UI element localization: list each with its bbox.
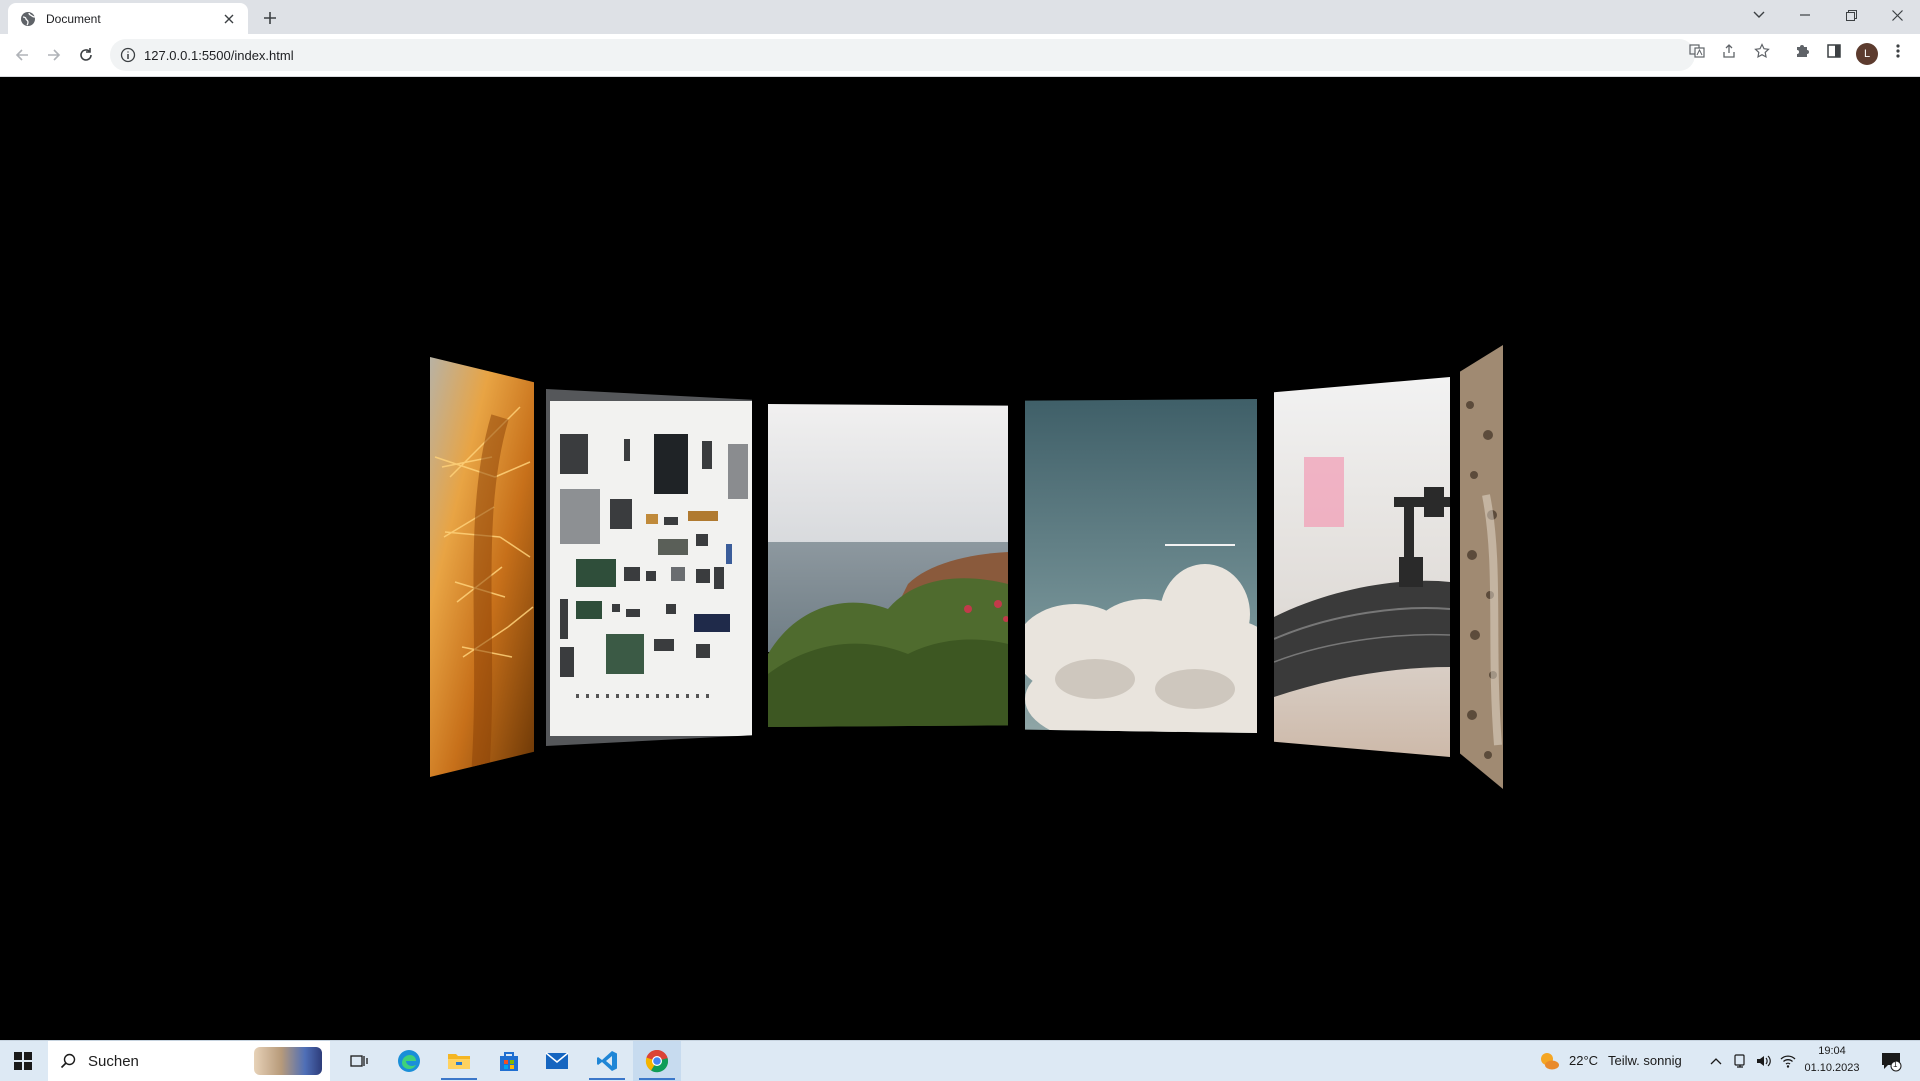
share-icon[interactable] [1720,42,1738,60]
cactus-image [430,357,534,777]
chrome-icon[interactable] [633,1041,681,1081]
windows-start-icon[interactable] [0,1041,46,1081]
restore-icon[interactable] [1828,0,1874,30]
search-placeholder: Suchen [88,1052,139,1070]
side-panel-icon[interactable] [1825,42,1843,60]
tab-document[interactable]: Document [8,3,248,34]
gallery-panel-coast[interactable] [768,404,1008,727]
back-arrow-icon[interactable] [8,41,36,69]
search-icon [60,1053,76,1069]
tab-title: Document [46,11,101,26]
weather-temperature: 22°C [1569,1053,1599,1068]
profile-avatar[interactable]: L [1856,43,1878,65]
weather-description: Teilw. sonnig [1608,1053,1682,1068]
site-info-icon[interactable] [120,47,136,63]
address-bar[interactable]: 127.0.0.1:5500/index.html [110,39,1695,71]
search-highlight-image[interactable] [254,1047,322,1075]
gallery-panel-electronics[interactable] [546,389,752,746]
bookmark-star-icon[interactable] [1753,42,1771,60]
meet-now-icon[interactable] [1731,1052,1749,1070]
minimize-icon[interactable] [1782,0,1828,30]
gallery-panel-turntable[interactable] [1274,377,1450,757]
clock-date: 01.10.2023 [1804,1062,1860,1074]
taskbar: Suchen 22°C Teilw. sonnig 19:04 01.10.20 [0,1040,1920,1081]
turntable-image [1274,377,1450,757]
wifi-icon[interactable] [1779,1052,1797,1070]
translate-icon[interactable] [1688,42,1706,60]
gallery-panel-cactus[interactable] [430,357,534,777]
globe-icon [20,11,36,27]
reload-icon[interactable] [72,41,100,69]
forward-arrow-icon[interactable] [40,41,68,69]
clock-time: 19:04 [1818,1045,1846,1057]
tab-strip: Document [0,0,1920,34]
gallery-panel-clouds[interactable] [1025,399,1257,733]
electronics-image [546,389,752,746]
volume-icon[interactable] [1755,1052,1773,1070]
tab-close-icon[interactable] [220,10,238,28]
extensions-puzzle-icon[interactable] [1793,42,1811,60]
task-view-icon[interactable] [335,1041,383,1081]
url-text: 127.0.0.1:5500/index.html [144,47,294,63]
new-tab-button[interactable] [258,6,282,30]
gallery-panel-leopard[interactable] [1460,345,1503,789]
edge-icon[interactable] [385,1041,433,1081]
vscode-icon[interactable] [583,1041,631,1081]
close-window-icon[interactable] [1874,0,1920,30]
file-explorer-icon[interactable] [435,1041,483,1081]
coast-image [768,404,1008,727]
menu-kebab-icon[interactable] [1889,42,1907,60]
taskbar-clock[interactable]: 19:04 01.10.2023 [1804,1043,1860,1077]
leopard-image [1460,345,1503,789]
store-icon[interactable] [485,1041,533,1081]
page-viewport [0,77,1920,1039]
notification-count: 1 [1893,1060,1898,1069]
taskbar-search-box[interactable]: Suchen [48,1041,330,1081]
clouds-image [1025,399,1257,733]
mail-icon[interactable] [533,1041,581,1081]
tab-search-icon[interactable] [1736,0,1782,30]
chevron-up-icon[interactable] [1707,1052,1725,1070]
browser-toolbar: 127.0.0.1:5500/index.html L [0,34,1920,77]
weather-sun-cloud-icon[interactable] [1538,1050,1560,1072]
notification-center-icon[interactable]: 1 [1880,1050,1902,1072]
